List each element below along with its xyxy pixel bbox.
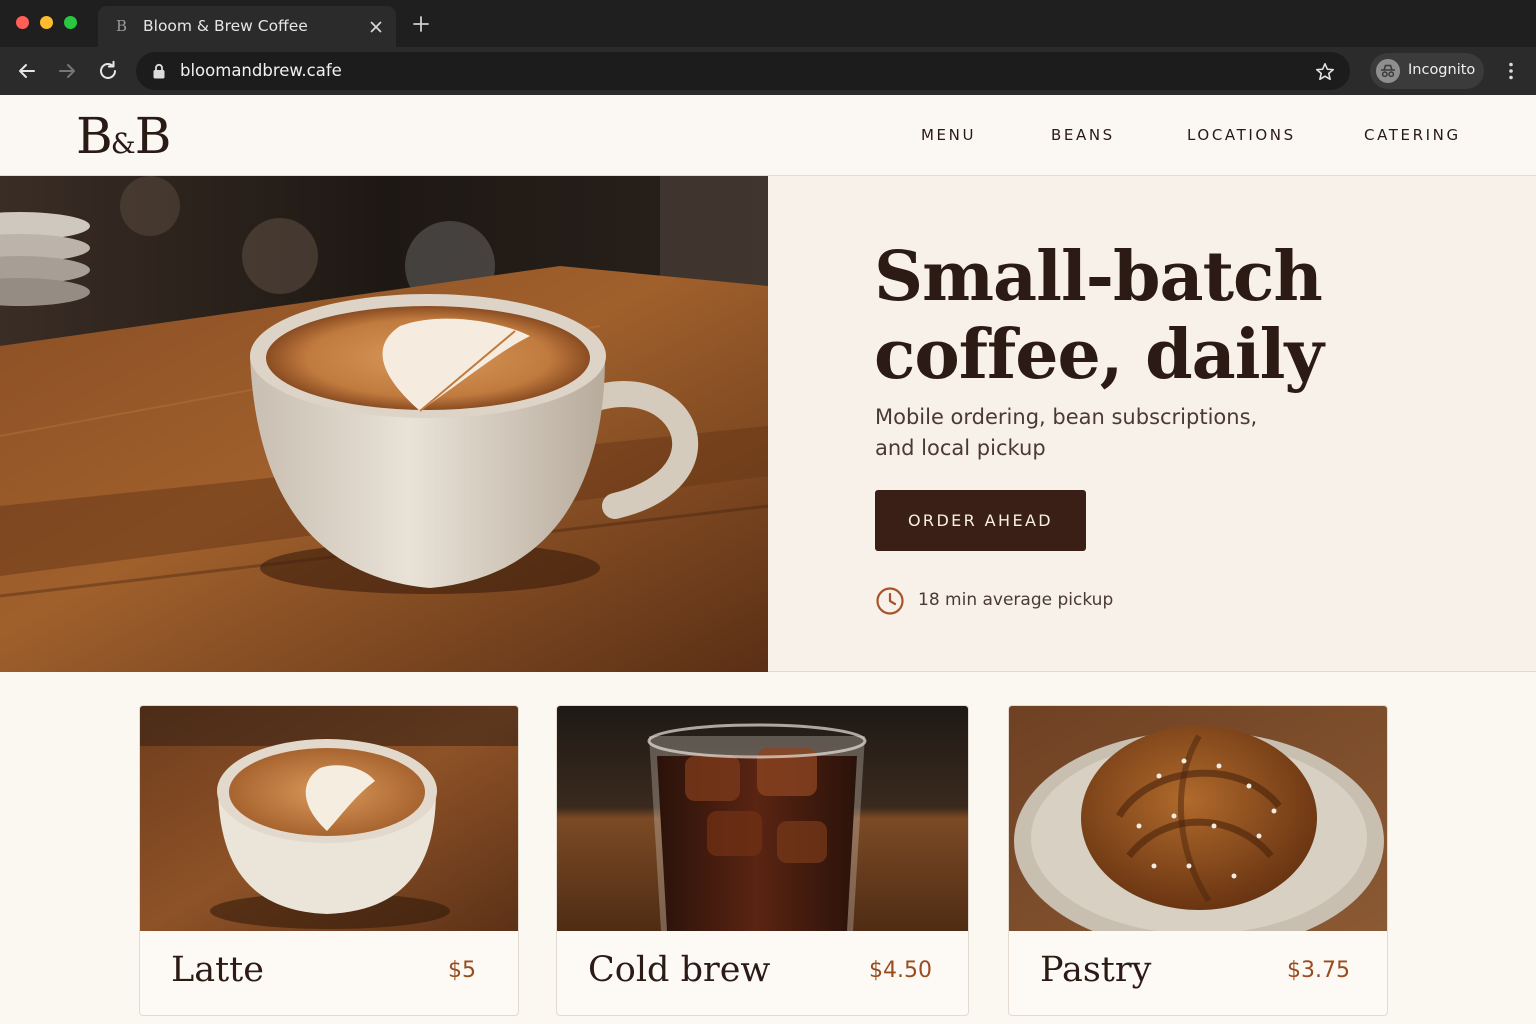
product-card-latte[interactable]: Latte $5 <box>139 705 519 1016</box>
url-text[interactable]: bloomandbrew.cafe <box>180 61 342 80</box>
nav-menu-link[interactable]: MENU <box>921 126 976 144</box>
headline-line-1: Small-batch <box>874 237 1323 317</box>
brand-logo[interactable]: B&B <box>76 107 172 165</box>
incognito-profile-chip[interactable]: Incognito <box>1370 53 1484 89</box>
pastry-photo <box>1009 706 1387 931</box>
incognito-label: Incognito <box>1408 62 1476 78</box>
product-name: Cold brew <box>588 950 771 990</box>
product-name: Latte <box>171 950 264 990</box>
tab-title: Bloom & Brew Coffee <box>143 17 308 35</box>
window-minimize-button[interactable] <box>40 16 53 29</box>
logo-ampersand: & <box>110 127 136 160</box>
hero-latte-photo <box>0 176 768 672</box>
window-maximize-button[interactable] <box>64 16 77 29</box>
tab-favicon-icon: B <box>116 17 128 35</box>
hero-copy-panel: Small-batch coffee, daily Mobile orderin… <box>768 176 1536 672</box>
latte-photo <box>140 706 518 931</box>
product-card-pastry[interactable]: Pastry $3.75 <box>1008 705 1388 1016</box>
new-tab-plus-icon[interactable] <box>412 15 430 33</box>
hero-subhead: Mobile ordering, bean subscriptions, and… <box>875 405 1258 460</box>
pickup-time-note: 18 min average pickup <box>918 590 1114 610</box>
nav-catering-link[interactable]: CATERING <box>1364 126 1461 144</box>
reload-icon[interactable] <box>96 59 120 83</box>
clock-icon <box>876 587 904 615</box>
product-card-cold-brew[interactable]: Cold brew $4.50 <box>556 705 969 1016</box>
incognito-icon <box>1376 59 1400 83</box>
lock-icon <box>153 63 165 79</box>
hero-headline: Small-batch coffee, daily <box>874 238 1494 394</box>
back-arrow-icon[interactable] <box>15 59 39 83</box>
address-bar[interactable]: bloomandbrew.cafe <box>136 52 1350 90</box>
headline-line-2: coffee, daily <box>874 315 1324 395</box>
nav-locations-link[interactable]: LOCATIONS <box>1187 126 1296 144</box>
bookmark-star-icon[interactable] <box>1314 61 1336 83</box>
logo-letter-b: B <box>76 107 113 165</box>
forward-arrow-icon[interactable] <box>55 59 79 83</box>
order-ahead-button[interactable]: ORDER AHEAD <box>875 490 1086 551</box>
browser-tab-bar: B Bloom & Brew Coffee <box>0 0 1536 47</box>
site-header: B&B MENU BEANS LOCATIONS CATERING <box>0 95 1536 176</box>
product-price: $5 <box>448 958 476 983</box>
logo-letter-b: B <box>134 107 172 165</box>
product-price: $3.75 <box>1287 958 1350 983</box>
browser-tab[interactable]: B Bloom & Brew Coffee <box>98 6 396 47</box>
product-price: $4.50 <box>869 958 932 983</box>
window-close-button[interactable] <box>16 16 29 29</box>
cold-brew-photo <box>557 706 968 931</box>
more-menu-icon[interactable] <box>1502 61 1520 81</box>
close-icon[interactable] <box>368 19 384 35</box>
browser-toolbar: bloomandbrew.cafe Incognito <box>0 47 1536 95</box>
product-name: Pastry <box>1040 950 1152 990</box>
nav-beans-link[interactable]: BEANS <box>1051 126 1115 144</box>
